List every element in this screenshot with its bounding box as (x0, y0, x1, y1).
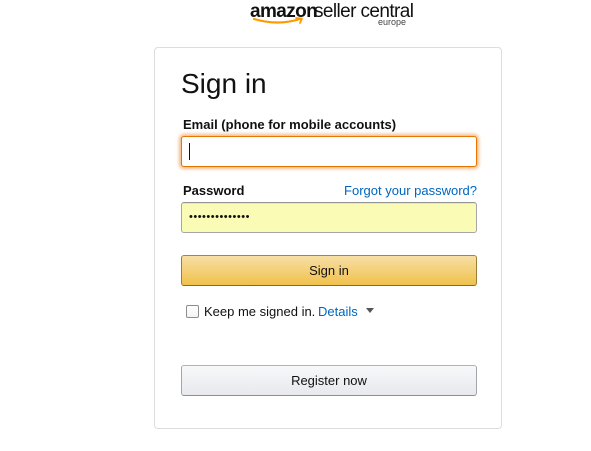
amazon-seller-central-logo[interactable]: amazon seller central europe (248, 0, 414, 30)
email-label: Email (phone for mobile accounts) (183, 117, 397, 132)
logo-region-text: europe (378, 17, 407, 27)
password-field[interactable]: •••••••••••••• (181, 202, 477, 233)
signin-button[interactable]: Sign in (181, 255, 477, 286)
password-label: Password (183, 183, 245, 198)
caret-down-icon[interactable] (366, 308, 374, 313)
register-now-button[interactable]: Register now (181, 365, 477, 396)
page-title: Sign in (181, 68, 267, 99)
text-cursor (189, 143, 190, 160)
keep-signed-in-checkbox[interactable] (186, 305, 199, 318)
forgot-password-link[interactable]: Forgot your password? (344, 183, 477, 198)
amazon-smile-icon (252, 17, 303, 24)
email-field[interactable] (181, 136, 477, 167)
keep-signed-in-label[interactable]: Keep me signed in. (204, 304, 315, 319)
details-link[interactable]: Details (318, 304, 358, 319)
